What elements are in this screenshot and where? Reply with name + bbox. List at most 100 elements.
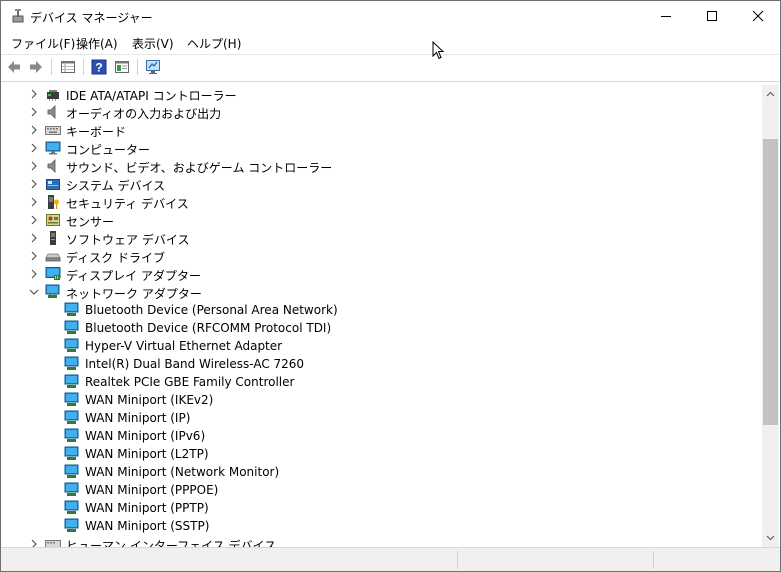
back-button[interactable] — [4, 57, 24, 77]
keyboard-icon — [45, 126, 61, 135]
window-title: デバイス マネージャー — [30, 11, 153, 25]
scan-hardware-button[interactable] — [143, 57, 163, 77]
chevron-down-icon[interactable] — [28, 286, 40, 298]
chevron-right-icon[interactable] — [28, 160, 40, 172]
chevron-right-icon[interactable] — [28, 250, 40, 262]
network-adapter-icon — [64, 410, 79, 424]
tree-category-disk-drives[interactable]: ディスク ドライブ — [1, 247, 761, 265]
menu-bar: ファイル(F) 操作(A) 表示(V) ヘルプ(H) — [1, 32, 780, 54]
display-adapter-icon — [45, 267, 61, 280]
tree-category-software-devices[interactable]: ソフトウェア デバイス — [1, 229, 761, 247]
scroll-down-arrow-icon[interactable] — [766, 533, 775, 542]
tree-category-ide[interactable]: IDE ATA/ATAPI コントローラー — [1, 85, 761, 103]
chevron-right-icon[interactable] — [28, 232, 40, 244]
tree-device-item[interactable]: Bluetooth Device (RFCOMM Protocol TDI) — [1, 319, 761, 337]
tree-device-label: Intel(R) Dual Band Wireless-AC 7260 — [85, 357, 305, 371]
tree-category-label: ネットワーク アダプター — [66, 287, 202, 301]
scrollbar-thumb[interactable] — [763, 139, 778, 425]
tree-category-hid[interactable]: ヒューマン インターフェイス デバイス — [1, 535, 761, 547]
status-bar — [1, 547, 780, 571]
network-adapter-icon — [64, 338, 79, 352]
svg-text:?: ? — [95, 61, 102, 75]
tree-device-item[interactable]: WAN Miniport (PPTP) — [1, 499, 761, 517]
disk-drive-icon — [45, 253, 61, 262]
tree-device-label: Realtek PCIe GBE Family Controller — [85, 375, 295, 389]
title-bar[interactable]: デバイス マネージャー — [1, 1, 780, 31]
software-device-icon — [50, 231, 56, 245]
tree-device-item[interactable]: WAN Miniport (IPv6) — [1, 427, 761, 445]
device-manager-window: デバイス マネージャー ファイル(F) 操作(A) 表示(V) ヘルプ(H) ?… — [0, 0, 781, 572]
network-adapter-icon — [64, 482, 79, 496]
tree-category-label: コンピューター — [66, 143, 151, 157]
menu-view[interactable]: 表示(V) — [132, 35, 174, 52]
chevron-right-icon[interactable] — [28, 214, 40, 226]
maximize-icon — [707, 11, 717, 21]
scroll-up-arrow-icon[interactable] — [766, 90, 775, 99]
tree-category-sound-video-game[interactable]: サウンド、ビデオ、およびゲーム コントローラー — [1, 157, 761, 175]
network-adapter-icon — [64, 518, 79, 532]
close-button[interactable] — [735, 1, 780, 31]
tree-category-security-devices[interactable]: セキュリティ デバイス — [1, 193, 761, 211]
menu-action[interactable]: 操作(A) — [76, 35, 118, 52]
network-adapter-icon — [64, 392, 79, 406]
tree-category-label: IDE ATA/ATAPI コントローラー — [66, 89, 237, 103]
tree-device-item[interactable]: WAN Miniport (SSTP) — [1, 517, 761, 535]
network-adapter-icon — [45, 284, 60, 298]
help-button[interactable]: ? — [89, 57, 109, 77]
view-pane-button[interactable] — [112, 57, 132, 77]
chevron-right-icon[interactable] — [28, 88, 40, 100]
tree-device-item[interactable]: WAN Miniport (Network Monitor) — [1, 463, 761, 481]
device-tree[interactable]: IDE ATA/ATAPI コントローラー オーディオの入力および出力 キーボー… — [1, 85, 761, 547]
network-adapter-icon — [64, 320, 79, 334]
tree-device-item[interactable]: WAN Miniport (L2TP) — [1, 445, 761, 463]
chevron-right-icon[interactable] — [28, 268, 40, 280]
menu-file[interactable]: ファイル(F) — [11, 35, 75, 52]
tree-device-item[interactable]: WAN Miniport (IP) — [1, 409, 761, 427]
chevron-right-icon[interactable] — [28, 142, 40, 154]
tree-category-label: ディスプレイ アダプター — [66, 269, 201, 283]
back-arrow-icon — [8, 61, 20, 73]
tree-device-item[interactable]: Hyper-V Virtual Ethernet Adapter — [1, 337, 761, 355]
chevron-right-icon[interactable] — [28, 106, 40, 118]
properties-button[interactable] — [58, 57, 78, 77]
tree-device-label: WAN Miniport (IKEv2) — [85, 393, 214, 407]
tree-category-keyboard[interactable]: キーボード — [1, 121, 761, 139]
tree-device-label: WAN Miniport (IPv6) — [85, 429, 206, 443]
forward-arrow-icon — [30, 61, 42, 73]
tree-device-item[interactable]: Bluetooth Device (Personal Area Network) — [1, 301, 761, 319]
tree-category-network-adapters[interactable]: ネットワーク アダプター — [1, 283, 761, 301]
tree-device-item[interactable]: WAN Miniport (PPPOE) — [1, 481, 761, 499]
tree-device-item[interactable]: Realtek PCIe GBE Family Controller — [1, 373, 761, 391]
toolbar-separator — [137, 59, 138, 75]
tree-device-label: Bluetooth Device (RFCOMM Protocol TDI) — [85, 321, 332, 335]
network-adapter-icon — [64, 302, 79, 316]
vertical-scrollbar[interactable] — [762, 85, 779, 547]
chevron-right-icon[interactable] — [28, 538, 40, 547]
tree-device-label: WAN Miniport (PPTP) — [85, 501, 209, 515]
speaker-icon — [47, 105, 56, 119]
maximize-button[interactable] — [689, 1, 735, 31]
tree-category-audio-io[interactable]: オーディオの入力および出力 — [1, 103, 761, 121]
tree-device-label: Bluetooth Device (Personal Area Network) — [85, 303, 338, 317]
tree-category-label: オーディオの入力および出力 — [66, 107, 222, 121]
tree-category-label: サウンド、ビデオ、およびゲーム コントローラー — [66, 161, 333, 175]
toolbar: ? — [1, 55, 780, 80]
minimize-button[interactable] — [643, 1, 689, 31]
forward-button[interactable] — [26, 57, 46, 77]
tree-category-display-adapters[interactable]: ディスプレイ アダプター — [1, 265, 761, 283]
network-adapter-icon — [64, 374, 79, 388]
tree-category-computer[interactable]: コンピューター — [1, 139, 761, 157]
tree-device-item[interactable]: Intel(R) Dual Band Wireless-AC 7260 — [1, 355, 761, 373]
sensor-icon — [46, 214, 60, 226]
menu-help[interactable]: ヘルプ(H) — [187, 35, 241, 52]
tree-device-label: WAN Miniport (Network Monitor) — [85, 465, 280, 479]
chevron-right-icon[interactable] — [28, 196, 40, 208]
toolbar-separator — [83, 59, 84, 75]
tree-category-system-devices[interactable]: システム デバイス — [1, 175, 761, 193]
tree-category-sensors[interactable]: センサー — [1, 211, 761, 229]
chevron-right-icon[interactable] — [28, 124, 40, 136]
chevron-right-icon[interactable] — [28, 178, 40, 190]
tree-category-label: センサー — [66, 215, 115, 229]
view-pane-icon — [115, 61, 129, 73]
tree-device-item[interactable]: WAN Miniport (IKEv2) — [1, 391, 761, 409]
